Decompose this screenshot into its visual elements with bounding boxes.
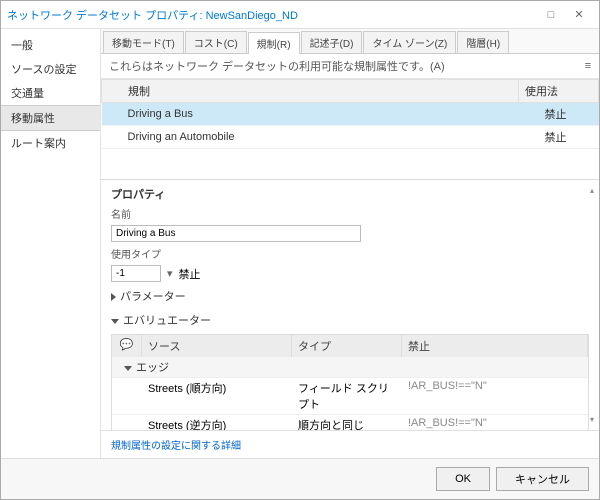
col-icon: 💬 bbox=[112, 335, 142, 357]
main-panel: 移動モード(T) コスト(C) 規制(R) 記述子(D) タイム ゾーン(Z) … bbox=[101, 29, 599, 458]
evaluator-grid: 💬 ソース タイプ 禁止 エッジ Streets (順方向)フィールド スクリプ… bbox=[111, 334, 589, 430]
evaluators-section[interactable]: エバリュエーター bbox=[111, 310, 589, 330]
window-title: ネットワーク データセット プロパティ: NewSanDiego_ND bbox=[7, 7, 537, 23]
col-source[interactable]: ソース bbox=[142, 335, 292, 357]
table-row[interactable]: Driving a Bus 禁止 bbox=[102, 103, 599, 126]
restriction-table: 規制 使用法 Driving a Bus 禁止 Driving an Autom… bbox=[101, 79, 599, 149]
ok-button[interactable]: OK bbox=[436, 467, 490, 491]
usage-type-input[interactable] bbox=[111, 265, 161, 282]
tab-cost[interactable]: コスト(C) bbox=[185, 31, 247, 53]
dialog-window: ネットワーク データセット プロパティ: NewSanDiego_ND □ ✕ … bbox=[0, 0, 600, 500]
parameters-section[interactable]: パラメーター bbox=[111, 286, 589, 306]
group-edge[interactable]: エッジ bbox=[112, 357, 588, 377]
tabs: 移動モード(T) コスト(C) 規制(R) 記述子(D) タイム ゾーン(Z) … bbox=[101, 29, 599, 54]
col-type[interactable]: タイプ bbox=[292, 335, 402, 357]
menu-icon[interactable]: ≡ bbox=[585, 60, 591, 72]
cell-usage: 禁止 bbox=[519, 103, 599, 126]
name-input[interactable] bbox=[111, 225, 361, 242]
chevron-right-icon bbox=[111, 293, 116, 301]
tab-hierarchy[interactable]: 階層(H) bbox=[457, 31, 509, 53]
col-restriction[interactable]: 規制 bbox=[102, 80, 519, 103]
dropdown-icon[interactable]: ▾ bbox=[167, 267, 173, 280]
sidebar: 一般 ソースの設定 交通量 移動属性 ルート案内 bbox=[1, 29, 101, 458]
subheader-text: これらはネットワーク データセットの利用可能な規制属性です。(A) bbox=[109, 58, 445, 74]
titlebar: ネットワーク データセット プロパティ: NewSanDiego_ND □ ✕ bbox=[1, 1, 599, 29]
evaluator-header: 💬 ソース タイプ 禁止 bbox=[112, 335, 588, 357]
tab-descriptor[interactable]: 記述子(D) bbox=[301, 31, 363, 53]
maximize-icon[interactable]: □ bbox=[537, 5, 565, 25]
chevron-down-icon bbox=[124, 366, 132, 371]
tab-travel-mode[interactable]: 移動モード(T) bbox=[103, 31, 184, 53]
scroll-down-icon[interactable]: ▾ bbox=[590, 415, 594, 424]
usage-type-label: 使用タイプ bbox=[111, 246, 589, 261]
chevron-down-icon bbox=[111, 319, 119, 324]
sidebar-item-general[interactable]: 一般 bbox=[1, 33, 100, 57]
col-usage[interactable]: 使用法 bbox=[519, 80, 599, 103]
help-link[interactable]: 規制属性の設定に関する詳細 bbox=[111, 441, 241, 452]
usage-type-text: 禁止 bbox=[179, 266, 201, 282]
scroll-up-icon[interactable]: ▴ bbox=[590, 186, 594, 195]
name-label: 名前 bbox=[111, 206, 589, 221]
table-row[interactable]: Driving an Automobile 禁止 bbox=[102, 126, 599, 149]
properties-title: プロパティ bbox=[111, 186, 589, 202]
col-value[interactable]: 禁止 bbox=[402, 335, 588, 357]
cell-name: Driving a Bus bbox=[102, 103, 519, 126]
cancel-button[interactable]: キャンセル bbox=[496, 467, 589, 491]
close-icon[interactable]: ✕ bbox=[565, 5, 593, 25]
sidebar-item-source[interactable]: ソースの設定 bbox=[1, 57, 100, 81]
cell-usage: 禁止 bbox=[519, 126, 599, 149]
scrollbar[interactable]: ▴ ▾ bbox=[587, 186, 597, 424]
tab-restriction[interactable]: 規制(R) bbox=[248, 32, 300, 54]
properties-panel: ▴ ▾ プロパティ 名前 使用タイプ ▾ 禁止 パラメーター エバリュエーター … bbox=[101, 179, 599, 430]
sidebar-item-directions[interactable]: ルート案内 bbox=[1, 131, 100, 155]
dialog-body: 一般 ソースの設定 交通量 移動属性 ルート案内 移動モード(T) コスト(C)… bbox=[1, 29, 599, 458]
tab-timezone[interactable]: タイム ゾーン(Z) bbox=[363, 31, 456, 53]
restriction-list: 規制 使用法 Driving a Bus 禁止 Driving an Autom… bbox=[101, 79, 599, 179]
cell-name: Driving an Automobile bbox=[102, 126, 519, 149]
help-link-row: 規制属性の設定に関する詳細 bbox=[101, 430, 599, 458]
evaluator-row[interactable]: Streets (順方向)フィールド スクリプト!AR_BUS!=="N" bbox=[112, 377, 588, 414]
sidebar-item-traffic[interactable]: 交通量 bbox=[1, 81, 100, 105]
subheader: これらはネットワーク データセットの利用可能な規制属性です。(A) ≡ bbox=[101, 54, 599, 79]
sidebar-item-travel-attrs[interactable]: 移動属性 bbox=[1, 105, 100, 131]
footer: OK キャンセル bbox=[1, 458, 599, 499]
evaluator-row[interactable]: Streets (逆方向)順方向と同じ!AR_BUS!=="N" bbox=[112, 414, 588, 430]
